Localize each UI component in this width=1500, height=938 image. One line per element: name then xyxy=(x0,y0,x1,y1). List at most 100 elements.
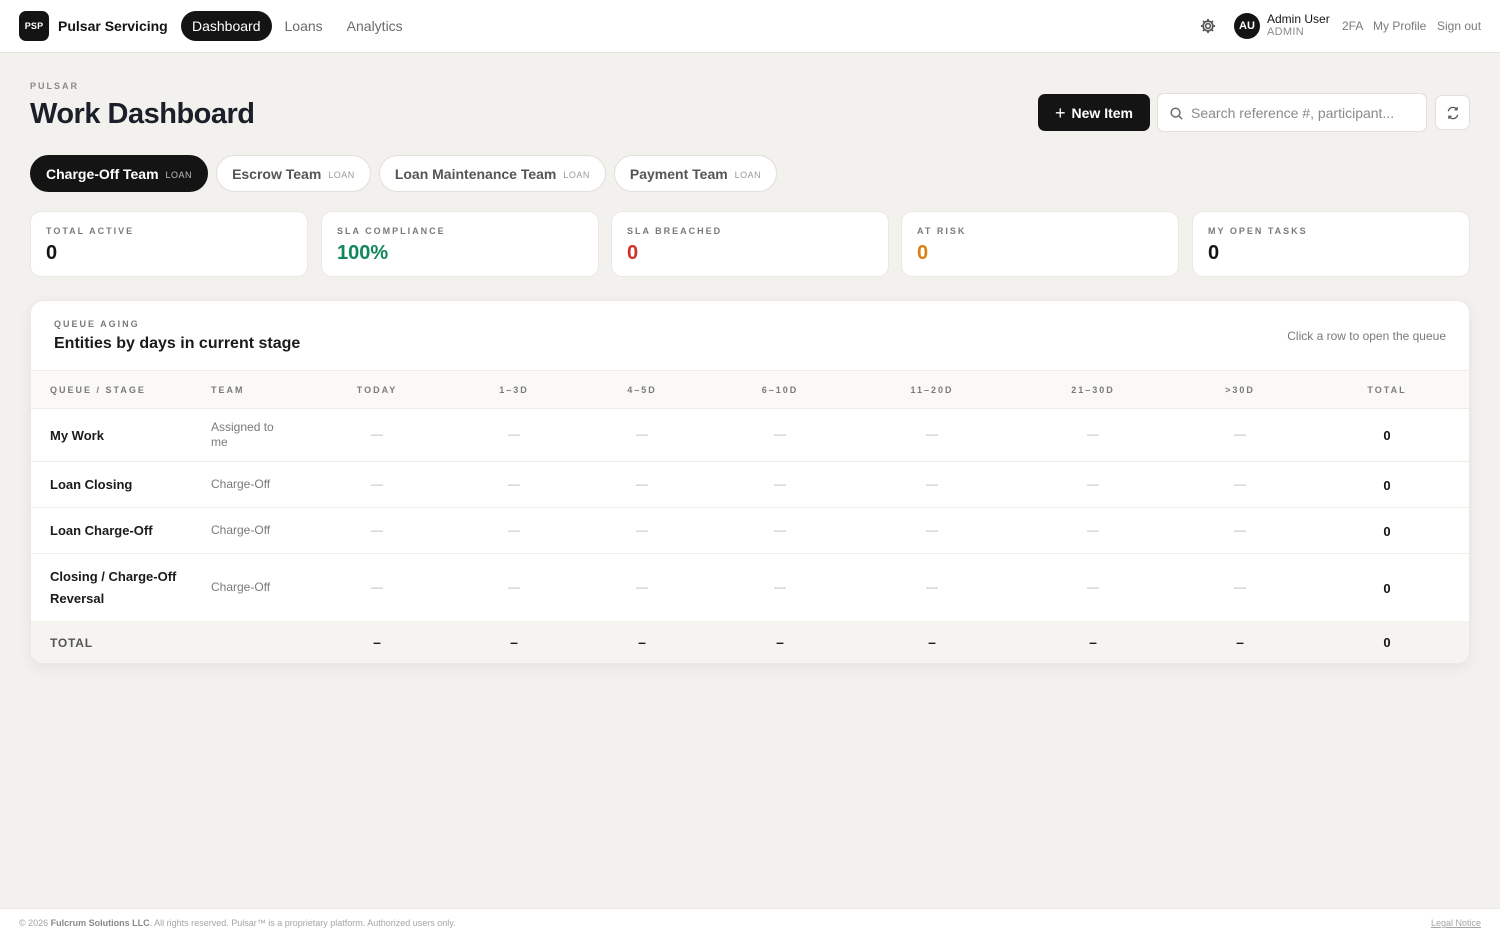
tab-label: Payment Team xyxy=(629,165,728,182)
tab-payment-team[interactable]: Payment Team LOAN xyxy=(613,155,778,192)
cell-value: — xyxy=(1087,523,1099,537)
stat-value: 0 xyxy=(1208,242,1220,264)
copyright-rest: . All rights reserved. Pulsar™ is a prop… xyxy=(149,918,456,928)
page-footer: © 2026 Fulcrum Solutions LLC. All rights… xyxy=(0,908,1500,938)
column-header: TOTAL xyxy=(1367,385,1407,395)
stat-card-total-active: TOTAL ACTIVE 0 xyxy=(30,211,308,277)
nav-item-dashboard[interactable]: Dashboard xyxy=(181,11,272,41)
refresh-icon xyxy=(1447,106,1458,119)
queue-aging-panel: QUEUE AGING Entities by days in current … xyxy=(30,300,1470,664)
user-avatar[interactable]: AU xyxy=(1234,13,1260,39)
stat-label: SLA COMPLIANCE xyxy=(337,226,446,236)
row-total: 0 xyxy=(1383,581,1391,596)
queue-team: Charge-Off xyxy=(211,523,271,537)
total-cell: – xyxy=(373,634,381,650)
stat-value: 0 xyxy=(46,242,58,264)
cell-value: — xyxy=(371,477,383,491)
two-factor-link[interactable]: 2FA xyxy=(1342,19,1363,33)
column-header: TEAM xyxy=(211,385,245,395)
search-box xyxy=(1157,93,1427,132)
total-label: TOTAL xyxy=(50,636,93,650)
nav-item-analytics[interactable]: Analytics xyxy=(336,11,414,41)
table-row-my-work[interactable]: My Work Assigned to me — — — — — — — 0 xyxy=(31,409,1469,462)
stat-value: 100% xyxy=(337,242,389,264)
cell-value: — xyxy=(371,580,383,594)
cell-value: — xyxy=(1234,523,1246,537)
plus-icon: + xyxy=(1055,102,1066,123)
queue-name: My Work xyxy=(50,428,104,443)
tab-label: Escrow Team xyxy=(232,165,322,182)
total-cell: – xyxy=(510,634,518,650)
app-logo[interactable]: PSP xyxy=(19,11,49,41)
panel-title: Entities by days in current stage xyxy=(54,335,301,352)
column-header: 11–20D xyxy=(910,385,954,395)
legal-notice-link[interactable]: Legal Notice xyxy=(1431,918,1481,928)
table-header: QUEUE / STAGE TEAM TODAY 1–3D 4–5D 6–10D… xyxy=(31,370,1469,409)
column-header: TODAY xyxy=(356,385,398,395)
search-input[interactable] xyxy=(1191,103,1416,123)
tab-label: Charge-Off Team xyxy=(46,165,159,182)
user-role: ADMIN xyxy=(1267,26,1304,38)
column-header: >30D xyxy=(1225,385,1255,395)
my-profile-link[interactable]: My Profile xyxy=(1373,19,1426,33)
tab-loan-maintenance-team[interactable]: Loan Maintenance Team LOAN xyxy=(378,155,606,192)
column-header: QUEUE / STAGE xyxy=(50,385,146,395)
page-title: Work Dashboard xyxy=(30,98,255,130)
panel-eyebrow: QUEUE AGING xyxy=(54,319,140,329)
tab-charge-off-team[interactable]: Charge-Off Team LOAN xyxy=(30,155,209,192)
queue-team: Assigned to me xyxy=(211,420,274,449)
cell-value: — xyxy=(508,523,520,537)
total-cell: – xyxy=(928,634,936,650)
tab-label: Loan Maintenance Team xyxy=(394,165,557,182)
settings-gear-icon[interactable] xyxy=(1199,17,1217,35)
cell-value: — xyxy=(926,477,938,491)
new-item-button[interactable]: + New Item xyxy=(1038,94,1150,131)
copyright-text: © 2026 Fulcrum Solutions LLC. All rights… xyxy=(19,918,456,928)
cell-value: — xyxy=(508,477,520,491)
table-total-row: TOTAL – – – – – – – 0 xyxy=(31,621,1469,663)
sign-out-link[interactable]: Sign out xyxy=(1437,19,1481,33)
row-total: 0 xyxy=(1383,524,1391,539)
queue-team: Charge-Off xyxy=(211,477,271,491)
page-eyebrow: PULSAR xyxy=(30,81,80,91)
tab-tag: LOAN xyxy=(734,169,762,180)
stat-card-sla-breached: SLA BREACHED 0 xyxy=(611,211,889,277)
panel-hint: Click a row to open the queue xyxy=(1287,329,1446,343)
table-row-closing-charge-off-reversal[interactable]: Closing / Charge-Off Reversal Charge-Off… xyxy=(31,554,1469,621)
tab-tag: LOAN xyxy=(563,169,590,180)
table-row-loan-charge-off[interactable]: Loan Charge-Off Charge-Off — — — — — — —… xyxy=(31,508,1469,554)
cell-value: — xyxy=(926,523,938,537)
cell-value: — xyxy=(1234,580,1246,594)
team-tabs: Charge-Off Team LOAN Escrow Team LOAN Lo… xyxy=(30,155,785,192)
tab-tag: LOAN xyxy=(328,169,355,180)
cell-value: — xyxy=(636,580,648,594)
table-row-loan-closing[interactable]: Loan Closing Charge-Off — — — — — — — 0 xyxy=(31,462,1469,508)
queue-team: Charge-Off xyxy=(211,580,271,594)
stat-card-my-open-tasks: MY OPEN TASKS 0 xyxy=(1192,211,1470,277)
user-name: Admin User xyxy=(1267,12,1330,26)
company-name: Fulcrum Solutions LLC xyxy=(50,918,150,928)
new-item-label: New Item xyxy=(1071,104,1133,121)
cell-value: — xyxy=(926,580,938,594)
tab-escrow-team[interactable]: Escrow Team LOAN xyxy=(216,155,371,192)
brand-name[interactable]: Pulsar Servicing xyxy=(58,18,168,34)
total-cell: – xyxy=(776,634,784,650)
cell-value: — xyxy=(774,427,786,441)
cell-value: — xyxy=(371,427,383,441)
stat-card-sla-compliance: SLA COMPLIANCE 100% xyxy=(321,211,599,277)
cell-value: — xyxy=(1087,477,1099,491)
row-total: 0 xyxy=(1383,428,1391,443)
stat-label: SLA BREACHED xyxy=(627,226,723,236)
refresh-button[interactable] xyxy=(1435,95,1470,130)
stat-value: 0 xyxy=(627,242,639,264)
row-total: 0 xyxy=(1383,478,1391,493)
cell-value: — xyxy=(636,523,648,537)
stat-label: AT RISK xyxy=(917,226,967,236)
column-header: 21–30D xyxy=(1071,385,1115,395)
stat-label: MY OPEN TASKS xyxy=(1208,226,1308,236)
nav-item-loans[interactable]: Loans xyxy=(274,11,334,41)
cell-value: — xyxy=(1234,477,1246,491)
tab-tag: LOAN xyxy=(165,169,193,180)
copyright-year: © 2026 xyxy=(19,918,49,928)
top-navigation-bar: PSP Pulsar Servicing Dashboard Loans Ana… xyxy=(0,0,1500,53)
